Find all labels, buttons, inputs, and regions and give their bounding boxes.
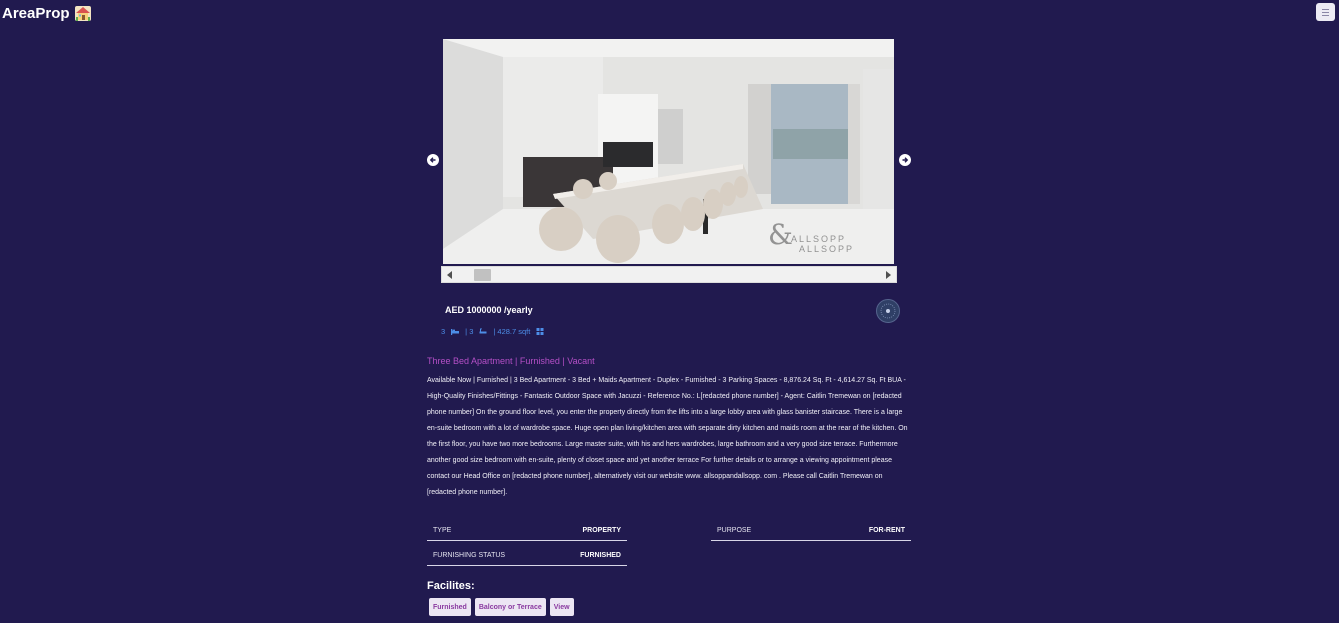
arrow-right-circle-icon <box>902 157 909 163</box>
facilities-heading: Facilites: <box>427 580 475 592</box>
detail-furnishing-value: Furnished <box>580 552 621 559</box>
baths-count: | 3 <box>465 326 474 336</box>
house-emoji-icon <box>74 5 92 22</box>
agency-avatar[interactable] <box>876 299 900 323</box>
property-photo: & ALLSOPP ALLSOPP <box>443 39 894 264</box>
rooms-count: 3 <box>441 326 446 336</box>
facility-chip[interactable]: View <box>549 598 574 616</box>
facility-chip[interactable]: Furnished <box>429 598 471 616</box>
arrow-left-circle-icon <box>429 157 436 163</box>
menu-button[interactable] <box>1316 3 1335 21</box>
listing-specs: 3 | 3 | 428.7 sqft <box>441 326 544 336</box>
detail-furnishing-label: Furnishing Status <box>433 552 506 559</box>
grid-icon <box>536 327 544 335</box>
top-bar: AreaProp <box>0 0 1339 30</box>
price-period: /yearly <box>501 305 533 315</box>
detail-type-value: Property <box>582 527 621 534</box>
detail-type-label: Type <box>433 527 452 534</box>
detail-type: Type Property <box>427 519 627 541</box>
area-size: | 428.7 sqft <box>493 326 531 336</box>
agency-logo-icon <box>880 303 896 319</box>
svg-text:&: & <box>768 218 793 251</box>
brand-logo[interactable]: AreaProp <box>2 5 92 22</box>
bed-icon <box>451 328 460 335</box>
scrollbar-thumb[interactable] <box>474 269 491 281</box>
property-image-carousel[interactable]: & ALLSOPP ALLSOPP <box>443 39 894 264</box>
listing-description: Available Now | Furnished | 3 Bed Apartm… <box>427 377 908 496</box>
carousel-prev-button[interactable] <box>427 154 439 166</box>
hamburger-icon <box>1322 8 1329 16</box>
scroll-left-arrow-icon[interactable] <box>447 271 452 279</box>
facilities-list: Furnished Balcony or Terrace View <box>429 598 574 616</box>
detail-purpose: Purpose For-Rent <box>711 519 911 541</box>
bath-icon <box>479 328 487 335</box>
svg-text:ALLSOPP: ALLSOPP <box>791 234 846 244</box>
carousel-scrollbar[interactable] <box>441 266 897 283</box>
carousel-next-button[interactable] <box>899 154 911 166</box>
detail-furnishing: Furnishing Status Furnished <box>427 544 627 566</box>
detail-purpose-value: For-Rent <box>868 527 905 534</box>
listing-price: AED 1000000 /yearly <box>445 305 533 315</box>
app-title: AreaProp <box>2 5 70 22</box>
listing-title: Three Bed Apartment | Furnished | Vacant <box>427 356 595 366</box>
scroll-right-arrow-icon[interactable] <box>886 271 891 279</box>
facility-chip[interactable]: Balcony or Terrace <box>474 598 546 616</box>
price-amount: AED 1000000 <box>445 305 502 315</box>
svg-text:ALLSOPP: ALLSOPP <box>799 244 854 254</box>
detail-purpose-label: Purpose <box>717 527 752 534</box>
